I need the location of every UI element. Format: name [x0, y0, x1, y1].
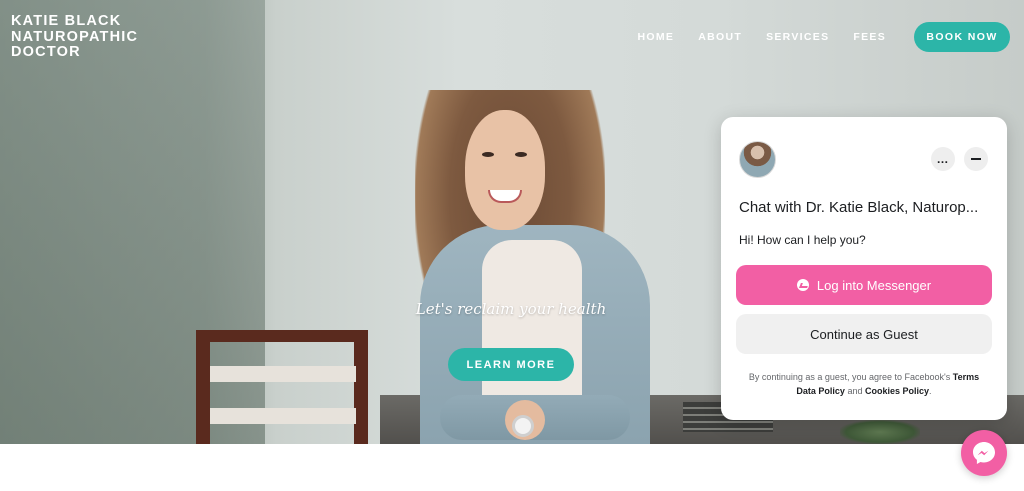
messenger-icon — [796, 279, 809, 291]
main-nav: HOME ABOUT SERVICES FEES BOOK NOW — [638, 22, 1010, 52]
learn-more-button[interactable]: LEARN MORE — [448, 348, 574, 381]
hero-tagline: Let's reclaim your health — [415, 300, 607, 318]
nav-about[interactable]: ABOUT — [698, 31, 742, 43]
messenger-icon — [973, 442, 995, 464]
cookies-policy-link[interactable]: Cookies Policy — [865, 386, 929, 396]
messenger-chat-widget: … Chat with Dr. Katie Black, Naturop... … — [721, 117, 1007, 420]
logo-line-2: NATUROPATHIC — [11, 28, 139, 45]
log-into-messenger-button[interactable]: Log into Messenger — [736, 265, 992, 305]
plant-image — [840, 420, 920, 444]
log-into-messenger-label: Log into Messenger — [816, 277, 932, 293]
chat-greeting: Hi! How can I help you? — [739, 233, 866, 247]
continue-as-guest-label: Continue as Guest — [810, 326, 918, 342]
doctor-avatar — [739, 141, 776, 178]
legal-suffix: . — [929, 386, 932, 396]
nav-fees[interactable]: FEES — [853, 31, 886, 43]
minimize-button[interactable] — [964, 147, 988, 171]
chair-image — [196, 330, 368, 444]
nav-home[interactable]: HOME — [638, 31, 675, 43]
legal-and: and — [847, 386, 863, 396]
data-policy-link[interactable]: Data Policy — [796, 386, 845, 396]
more-icon: … — [936, 152, 950, 166]
logo-line-1: KATIE BLACK — [11, 13, 122, 29]
terms-link[interactable]: Terms — [953, 372, 979, 382]
more-options-button[interactable]: … — [931, 147, 955, 171]
logo-line-3: DOCTOR — [11, 44, 81, 60]
continue-as-guest-button[interactable]: Continue as Guest — [736, 314, 992, 354]
book-now-button[interactable]: BOOK NOW — [914, 22, 1010, 52]
nav-services[interactable]: SERVICES — [766, 31, 829, 43]
legal-disclaimer: By continuing as a guest, you agree to F… — [733, 370, 995, 398]
legal-prefix: By continuing as a guest, you agree to F… — [748, 372, 951, 382]
messenger-launcher-button[interactable] — [961, 430, 1007, 476]
doctor-photo — [400, 90, 650, 444]
chat-title: Chat with Dr. Katie Black, Naturop... — [739, 199, 979, 216]
site-logo[interactable]: KATIE BLACK NATUROPATHIC DOCTOR — [11, 13, 139, 61]
